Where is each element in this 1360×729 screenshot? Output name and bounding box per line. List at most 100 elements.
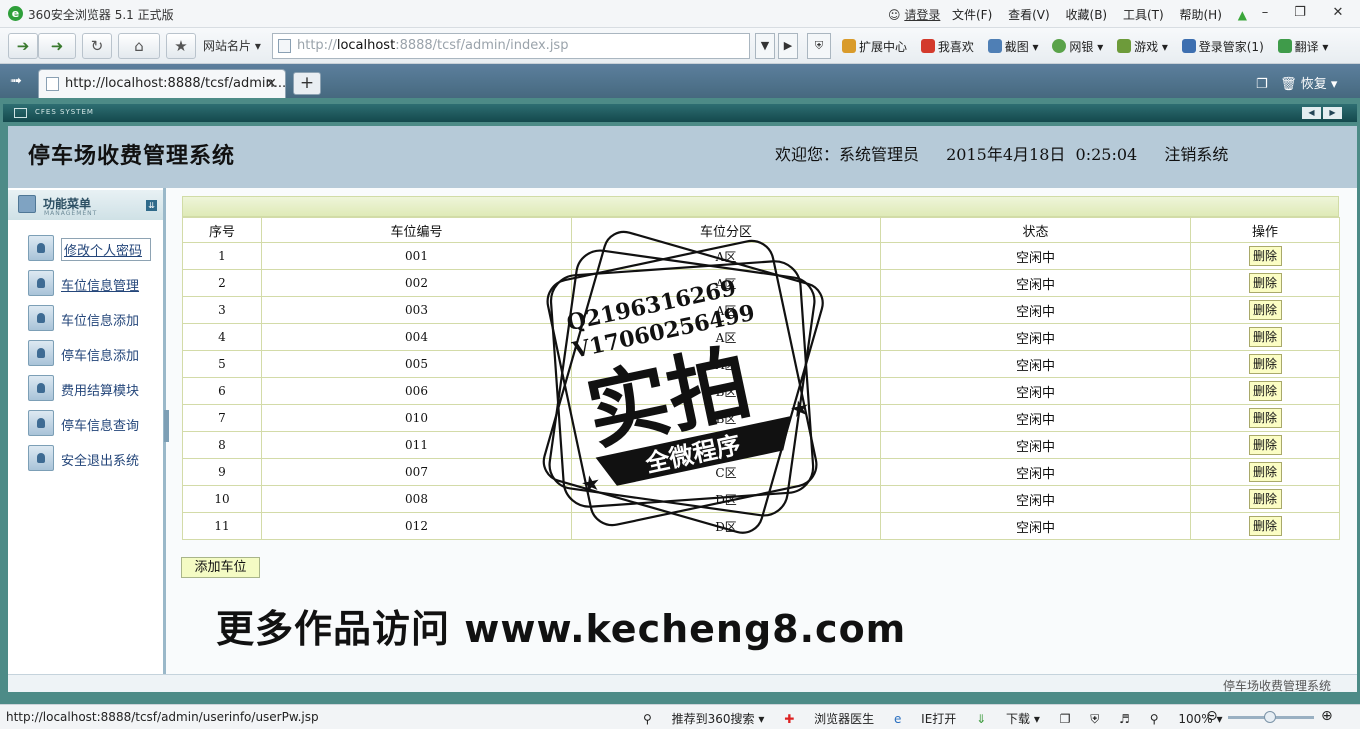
zoom-slider-handle[interactable]: [1264, 711, 1276, 723]
new-tab-button[interactable]: +: [293, 72, 321, 95]
user-icon: [28, 305, 54, 331]
menu-file[interactable]: 文件(F): [952, 8, 992, 22]
user-icon: [28, 375, 54, 401]
sidebar-toggle-icon[interactable]: ➟: [10, 73, 22, 89]
zoom-in-icon[interactable]: ⊕: [1321, 708, 1333, 724]
like-button[interactable]: 我喜欢: [920, 39, 974, 54]
skin-icon[interactable]: ▲: [1238, 8, 1247, 22]
menu-help[interactable]: 帮助(H): [1179, 8, 1221, 22]
menu-item-label[interactable]: 车位信息管理: [61, 275, 139, 294]
delete-button[interactable]: 删除: [1248, 300, 1282, 320]
sidebar-splitter[interactable]: [164, 410, 169, 442]
delete-button[interactable]: 删除: [1248, 462, 1282, 482]
delete-button[interactable]: 删除: [1248, 246, 1282, 266]
menu-header: 功能菜单 MANAGEMENT ⇊: [8, 190, 163, 220]
favorite-button[interactable]: ★: [166, 33, 196, 59]
login-manager-button[interactable]: 登录管家(1): [1181, 39, 1264, 54]
menu-item-label[interactable]: 安全退出系统: [61, 450, 139, 469]
menu-view[interactable]: 查看(V): [1008, 8, 1050, 22]
cell-action: 删除: [1190, 404, 1340, 432]
menu-item-label[interactable]: 费用结算模块: [61, 380, 139, 399]
recommend-search-button[interactable]: ⚲ 推荐到360搜索 ▾: [643, 712, 764, 726]
delete-button[interactable]: 删除: [1248, 489, 1282, 509]
menu-item-label[interactable]: 修改个人密码: [61, 238, 152, 261]
menu-favorites[interactable]: 收藏(B): [1066, 8, 1108, 22]
address-bar[interactable]: http://localhost:8888/tcsf/admin/index.j…: [272, 33, 750, 59]
speaker-icon[interactable]: ♬: [1119, 712, 1130, 726]
cell-status: 空闲中: [880, 323, 1191, 351]
menu-item-label[interactable]: 车位信息添加: [61, 310, 139, 329]
close-tab-icon[interactable]: ✕: [265, 70, 277, 98]
menu-item-parking-add[interactable]: 停车信息添加: [28, 340, 158, 366]
cell-code: 004: [261, 323, 572, 351]
delete-button[interactable]: 删除: [1248, 327, 1282, 347]
menu-item-parking-query[interactable]: 停车信息查询: [28, 410, 158, 436]
close-window-button[interactable]: ✕: [1326, 4, 1350, 22]
translate-button[interactable]: 翻译 ▾: [1277, 39, 1328, 54]
refresh-button[interactable]: ↻: [82, 33, 112, 59]
tab-admin-index[interactable]: http://localhost:8888/tcsf/admin... ✕: [38, 69, 286, 98]
minimize-button[interactable]: –: [1253, 4, 1277, 22]
home-button[interactable]: ⌂: [118, 33, 160, 59]
delete-button[interactable]: 删除: [1248, 354, 1282, 374]
window-icon[interactable]: ❐: [1060, 712, 1071, 726]
cell-action: 删除: [1190, 512, 1340, 540]
cell-status: 空闲中: [880, 269, 1191, 297]
delete-button[interactable]: 删除: [1248, 381, 1282, 401]
menu-item-space-add[interactable]: 车位信息添加: [28, 305, 158, 331]
login-label[interactable]: 请登录: [904, 8, 940, 22]
screenshot-button[interactable]: 截图 ▾: [987, 39, 1039, 54]
zoom-out-icon[interactable]: ⊝: [1206, 708, 1218, 724]
delete-button[interactable]: 删除: [1248, 408, 1282, 428]
watermark-site: 更多作品访问 www.kecheng8.com: [216, 607, 907, 651]
menu-item-space-management[interactable]: 车位信息管理: [28, 270, 158, 296]
games-button[interactable]: 游戏 ▾: [1117, 39, 1168, 54]
forward-button[interactable]: ➜: [38, 33, 76, 59]
menu-item-change-password[interactable]: 修改个人密码: [28, 235, 158, 261]
delete-button[interactable]: 删除: [1248, 435, 1282, 455]
download-button[interactable]: ⇓ 下载 ▾: [976, 712, 1040, 726]
browser-doctor-button[interactable]: ✚ 浏览器医生: [784, 712, 874, 726]
cell-code: 006: [261, 377, 572, 405]
scroll-left-icon[interactable]: ◀: [1302, 107, 1321, 119]
go-button[interactable]: ▶: [778, 33, 798, 59]
cell-action: 删除: [1190, 485, 1340, 513]
cell-status: 空闲中: [880, 350, 1191, 378]
login-link[interactable]: ☺ 请登录: [888, 6, 940, 23]
address-dropdown-button[interactable]: ▼: [755, 33, 775, 59]
site-cards-button[interactable]: 网站名片 ▾: [203, 34, 261, 58]
extensions-button[interactable]: 扩展中心: [842, 39, 907, 54]
menu-item-label[interactable]: 停车信息查询: [61, 415, 139, 434]
menu-item-label[interactable]: 停车信息添加: [61, 345, 139, 364]
forward-arrow-icon: ➜: [50, 37, 64, 55]
delete-button[interactable]: 删除: [1248, 273, 1282, 293]
shield-button[interactable]: ⛨: [807, 33, 831, 59]
browser-menu-bar: 文件(F) 查看(V) 收藏(B) 工具(T) 帮助(H) ▲: [952, 6, 1259, 23]
extensions-icon: [842, 39, 856, 53]
menu-item-logout[interactable]: 安全退出系统: [28, 445, 158, 471]
restore-button[interactable]: ❐ 🗑 恢复 ▾: [1256, 73, 1337, 92]
shield-icon: ⛨: [814, 39, 824, 52]
scroll-right-icon[interactable]: ▶: [1323, 107, 1342, 119]
maximize-button[interactable]: ❐: [1288, 4, 1312, 22]
cell-status: 空闲中: [880, 377, 1191, 405]
cell-zone: B区: [571, 377, 881, 405]
delete-button[interactable]: 删除: [1248, 516, 1282, 536]
cell-status: 空闲中: [880, 485, 1191, 513]
table-row: 5 005 A区 空闲中 删除: [182, 350, 1340, 378]
back-button[interactable]: ➔: [8, 33, 38, 59]
collapse-icon[interactable]: ⇊: [146, 200, 157, 211]
security-icon[interactable]: ⛨: [1090, 712, 1099, 726]
cell-zone: C区: [571, 458, 881, 486]
table-row: 11 012 D区 空闲中 删除: [182, 512, 1340, 540]
menu-tools[interactable]: 工具(T): [1123, 8, 1164, 22]
menu-item-billing[interactable]: 费用结算模块: [28, 375, 158, 401]
cell-zone: B区: [571, 404, 881, 432]
cell-code: 010: [261, 404, 572, 432]
cell-action: 删除: [1190, 323, 1340, 351]
add-space-button[interactable]: 添加车位: [181, 557, 260, 578]
logout-link[interactable]: 注销系统: [1164, 145, 1228, 164]
bank-button[interactable]: 网银 ▾: [1052, 39, 1103, 54]
ie-open-button[interactable]: e IE打开: [894, 712, 956, 726]
cell-zone: C区: [571, 431, 881, 459]
